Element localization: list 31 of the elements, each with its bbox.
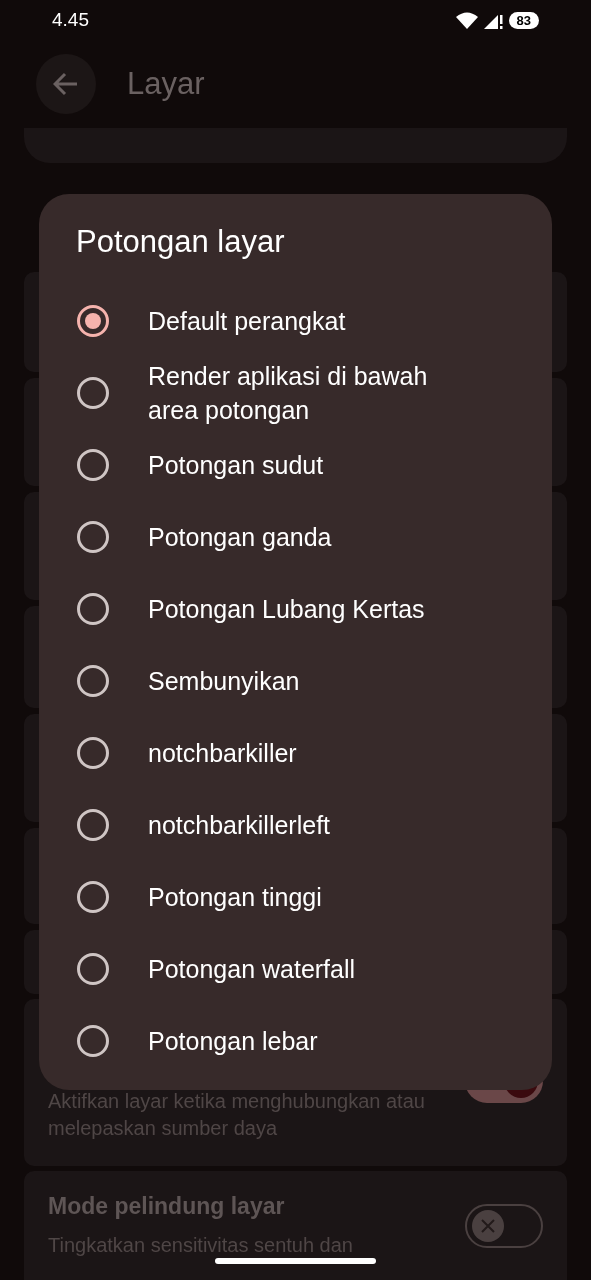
radio-button[interactable] bbox=[77, 377, 109, 409]
radio-button[interactable] bbox=[77, 953, 109, 985]
back-arrow-icon bbox=[53, 72, 79, 96]
radio-button[interactable] bbox=[77, 593, 109, 625]
setting-title: Mode pelindung layar bbox=[48, 1193, 286, 1220]
status-time: 4.45 bbox=[52, 9, 89, 31]
radio-button[interactable] bbox=[77, 305, 109, 337]
option-label[interactable]: Potongan lebar bbox=[148, 1024, 468, 1058]
option-label[interactable]: notchbarkiller bbox=[148, 736, 468, 770]
option-label[interactable]: Sembunyikan bbox=[148, 664, 468, 698]
dialog-title: Potongan layar bbox=[75, 224, 286, 260]
radio-button[interactable] bbox=[77, 737, 109, 769]
page-title: Layar bbox=[127, 66, 205, 102]
radio-button[interactable] bbox=[77, 881, 109, 913]
option-label[interactable]: Potongan tinggi bbox=[148, 880, 468, 914]
radio-button[interactable] bbox=[77, 521, 109, 553]
close-icon bbox=[481, 1219, 495, 1233]
radio-button[interactable] bbox=[77, 1025, 109, 1057]
option-label[interactable]: Potongan ganda bbox=[148, 520, 468, 554]
radio-button[interactable] bbox=[77, 809, 109, 841]
wifi-icon bbox=[455, 11, 478, 29]
option-label[interactable]: Render aplikasi di bawah area potongan bbox=[148, 359, 468, 427]
option-label[interactable]: Potongan Lubang Kertas bbox=[148, 592, 468, 626]
battery-level: 83 bbox=[508, 11, 539, 29]
option-label[interactable]: notchbarkillerleft bbox=[148, 808, 468, 842]
toggle-switch[interactable] bbox=[465, 1204, 543, 1248]
option-label[interactable]: Potongan waterfall bbox=[148, 952, 468, 986]
radio-button[interactable] bbox=[77, 665, 109, 697]
option-label[interactable]: Default perangkat bbox=[148, 304, 468, 338]
radio-button[interactable] bbox=[77, 449, 109, 481]
option-label[interactable]: Potongan sudut bbox=[148, 448, 468, 482]
